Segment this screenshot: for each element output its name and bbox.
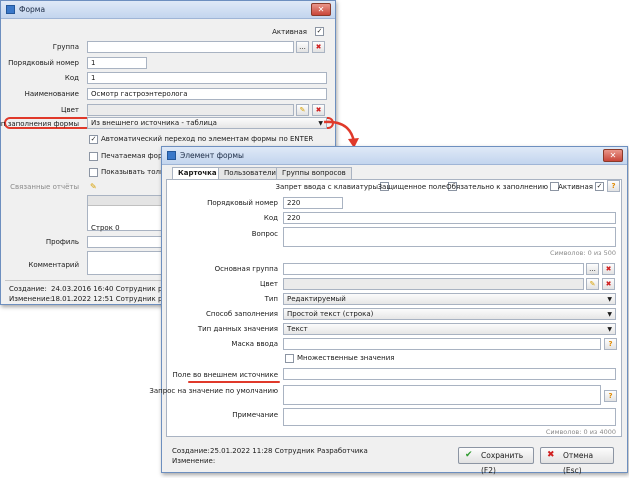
fill-type-label: Тип заполнения формы	[0, 120, 79, 128]
fill-type-value: Из внешнего источника - таблица	[91, 119, 217, 127]
main-group-label: Основная группа	[214, 265, 278, 273]
dropdown-arrow-icon: ▼	[607, 296, 612, 303]
note-char-counter: Символов: 0 из 4000	[545, 428, 616, 436]
form-window-close-button[interactable]: ✕	[311, 3, 331, 16]
form-window-titlebar: Форма ✕	[1, 1, 335, 19]
question-char-counter: Символов: 0 из 500	[549, 249, 616, 257]
note-field[interactable]	[283, 408, 616, 426]
element-created-value: 25.01.2022 11:28 Сотрудник Разработчика	[210, 447, 368, 455]
type-value: Редактируемый	[287, 295, 346, 303]
profile-label: Профиль	[45, 238, 79, 246]
form-window-icon	[6, 5, 15, 14]
multiple-values-label: Множественные значения	[297, 354, 395, 362]
save-check-icon: ✔	[465, 450, 473, 460]
code-field[interactable]: 1	[87, 72, 327, 84]
cancel-x-icon: ✖	[547, 450, 555, 460]
color-clear-button[interactable]: ✖	[312, 104, 325, 116]
linked-reports-edit-icon[interactable]: ✎	[90, 182, 97, 191]
type-dropdown[interactable]: Редактируемый ▼	[283, 293, 616, 305]
element-window-title: Элемент формы	[180, 151, 244, 160]
group-clear-button[interactable]: ✖	[312, 41, 325, 53]
element-window-titlebar: Элемент формы ✕	[162, 147, 627, 165]
active-checkbox[interactable]: ✓	[315, 27, 324, 36]
element-code-label: Код	[263, 214, 278, 222]
question-label: Вопрос	[251, 230, 278, 238]
color-field[interactable]	[87, 104, 294, 116]
default-query-label: Запрос на значение по умолчанию	[149, 387, 278, 395]
main-group-clear-button[interactable]: ✖	[602, 263, 615, 275]
help-question-button[interactable]: ?	[607, 180, 620, 192]
rows-count: Строк 0	[91, 224, 120, 232]
required-label: Обязательно к заполнению	[446, 183, 548, 191]
element-code-field[interactable]: 220	[283, 212, 616, 224]
show-only-checkbox[interactable]	[89, 168, 98, 177]
form-footer-divider	[5, 280, 175, 281]
element-color-label: Цвет	[260, 280, 278, 288]
mask-field[interactable]	[283, 338, 601, 350]
mask-label: Маска ввода	[231, 340, 278, 348]
auto-nav-checkbox[interactable]: ✓	[89, 135, 98, 144]
comment-label: Комментарий	[28, 261, 79, 269]
color-label: Цвет	[61, 106, 79, 114]
order-field[interactable]: 1	[87, 57, 147, 69]
fill-method-value: Простой текст (строка)	[287, 310, 374, 318]
main-group-select-button[interactable]: ...	[586, 263, 599, 275]
element-order-field[interactable]: 220	[283, 197, 343, 209]
mask-help-button[interactable]: ?	[604, 338, 617, 350]
auto-nav-label: Автоматический переход по элементам форм…	[101, 135, 314, 143]
order-label: Порядковый номер	[8, 59, 79, 67]
group-field[interactable]	[87, 41, 294, 53]
external-field-input[interactable]	[283, 368, 616, 380]
question-field[interactable]	[283, 227, 616, 247]
data-type-label: Тип данных значения	[197, 325, 278, 333]
fill-method-dropdown[interactable]: Простой текст (строка) ▼	[283, 308, 616, 320]
fill-type-dropdown[interactable]: Из внешнего источника - таблица ▼	[87, 117, 327, 129]
form-window-title: Форма	[19, 5, 46, 14]
element-changed-label: Изменение:	[172, 457, 216, 465]
note-label: Примечание	[232, 411, 278, 419]
default-query-help-button[interactable]: ?	[604, 390, 617, 402]
default-query-field[interactable]	[283, 385, 601, 405]
code-label: Код	[64, 74, 79, 82]
element-active-label: Активная	[558, 183, 593, 191]
element-color-clear-button[interactable]: ✖	[602, 278, 615, 290]
printed-form-checkbox[interactable]	[89, 152, 98, 161]
active-label: Активная	[272, 28, 307, 36]
data-type-dropdown[interactable]: Текст ▼	[283, 323, 616, 335]
element-created-label: Создание:	[172, 447, 210, 455]
element-window-icon	[167, 151, 176, 160]
element-color-pencil-icon[interactable]: ✎	[586, 278, 599, 290]
element-window-close-button[interactable]: ✕	[603, 149, 623, 162]
created-label: Создание:	[9, 285, 47, 293]
color-pencil-icon[interactable]: ✎	[296, 104, 309, 116]
dropdown-arrow-icon: ▼	[607, 311, 612, 318]
save-button[interactable]: ✔ Сохранить (F2)	[458, 447, 534, 475]
tab-question-groups[interactable]: Группы вопросов	[276, 167, 352, 179]
data-type-value: Текст	[287, 325, 308, 333]
fill-method-label: Способ заполнения	[206, 310, 278, 318]
element-order-label: Порядковый номер	[207, 199, 278, 207]
multiple-values-checkbox[interactable]	[285, 354, 294, 363]
cancel-button[interactable]: ✖ Отмена (Esc)	[540, 447, 614, 475]
tab-users[interactable]: Пользователи	[218, 167, 282, 179]
element-active-checkbox[interactable]: ✓	[595, 182, 604, 191]
group-select-button[interactable]: ...	[296, 41, 309, 53]
protected-field-label: Защищенное поле	[377, 183, 446, 191]
external-field-label: Поле во внешнем источнике	[172, 371, 278, 379]
group-label: Группа	[52, 43, 79, 51]
element-color-field[interactable]	[283, 278, 584, 290]
main-group-field[interactable]	[283, 263, 584, 275]
changed-label: Изменение:	[9, 295, 53, 303]
linked-reports-label: Связанные отчёты	[10, 183, 79, 191]
name-field[interactable]: Осмотр гастроэнтеролога	[87, 88, 327, 100]
name-label: Наименование	[24, 90, 79, 98]
dropdown-arrow-icon: ▼	[607, 326, 612, 333]
external-field-underline	[188, 381, 280, 383]
keyboard-ban-label: Запрет ввода с клавиатуры	[275, 183, 378, 191]
type-label: Тип	[264, 295, 278, 303]
